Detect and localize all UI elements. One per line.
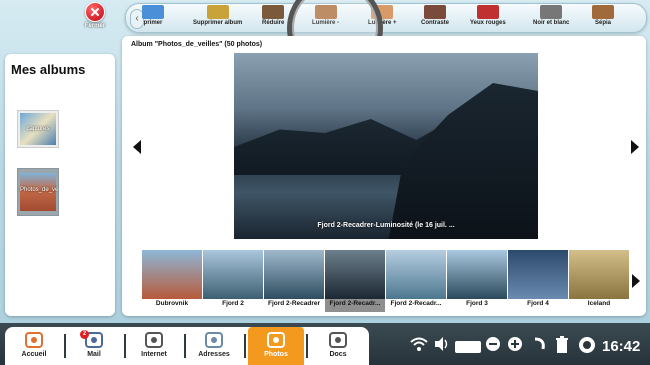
thumbnail-label: Iceland [587, 300, 611, 307]
trash-icon[interactable] [554, 336, 570, 356]
tool-button[interactable]: Noir et blanc [533, 5, 569, 30]
app-mail[interactable]: Mail [66, 327, 122, 365]
thumbnail-strip-next-button[interactable] [632, 274, 640, 288]
volume-down-icon[interactable] [485, 336, 501, 356]
tool-label: Yeux rouges [470, 20, 506, 26]
thumbnail-image [264, 250, 324, 299]
thumbnail-item[interactable]: Dubrovnik [142, 250, 202, 312]
app-docs[interactable]: Docs [310, 327, 366, 365]
app-accueil[interactable]: Accueil [6, 327, 62, 365]
album-label: Photos_de_ve... [20, 187, 59, 193]
app-label: Docs [329, 351, 347, 358]
thumbnail-item[interactable]: Fjord 2-Recadr... [386, 250, 446, 312]
contacts-icon [204, 331, 224, 349]
thumbnail-label: Fjord 2-Recadrer [267, 300, 321, 307]
thumbnail-image [386, 250, 446, 299]
tool-button[interactable]: primer [142, 5, 164, 30]
thumbnail-item[interactable]: Iceland [569, 250, 629, 312]
current-photo[interactable]: Fjord 2-Recadrer-Luminosité (le 16 juil.… [234, 53, 538, 239]
thumbnail-image [447, 250, 507, 299]
taskbar-separator [244, 334, 246, 358]
app-label: Internet [141, 351, 167, 358]
thumbnail-label: Fjord 4 [527, 300, 549, 307]
thumbnail-item[interactable]: Fjord 2 [203, 250, 263, 312]
album-item-photos-de-veilles[interactable]: Photos_de_ve... [17, 168, 59, 216]
thumbnail-label: Fjord 2 [222, 300, 244, 307]
thumbnail-label: Dubrovnik [155, 300, 189, 307]
app-internet[interactable]: Internet [126, 327, 182, 365]
tool-button[interactable]: Yeux rouges [470, 5, 506, 30]
contrast-icon [424, 5, 446, 19]
thumbnail-item[interactable]: Fjord 4 [508, 250, 568, 312]
tool-button[interactable]: Supprimer album [193, 5, 242, 30]
thumbnail-image [508, 250, 568, 299]
tool-button[interactable]: Sépia [592, 5, 614, 30]
tool-label: Supprimer album [193, 20, 243, 26]
close-label: Fermer [84, 23, 106, 29]
thumbnail-image [203, 250, 263, 299]
speaker-icon[interactable] [433, 336, 451, 356]
black-white-icon [540, 5, 563, 19]
app-label: Accueil [21, 351, 47, 358]
volume-up-icon[interactable] [507, 336, 523, 356]
tool-button[interactable]: Réduire [262, 5, 284, 30]
tool-label: Sépia [594, 20, 611, 26]
photo-cliff [388, 83, 538, 239]
app-adresses[interactable]: Adresses [186, 327, 242, 365]
tool-label: Noir et blanc [533, 20, 570, 26]
app-photos[interactable]: Photos [248, 327, 304, 365]
photo-caption: Fjord 2-Recadrer-Luminosité (le 16 juil.… [317, 222, 455, 229]
camera-icon [266, 331, 286, 349]
thumbnail-item[interactable]: Fjord 2-Recadrer [264, 250, 324, 312]
thumbnail-item[interactable]: Fjord 2-Recadr... [325, 250, 385, 312]
app-label: Photos [264, 351, 288, 358]
albums-title: Mes albums [11, 62, 86, 77]
close-button[interactable]: Fermer [80, 2, 110, 29]
globe-icon [144, 331, 164, 349]
tool-label: Contraste [421, 20, 450, 26]
thumbnail-item[interactable]: Fjord 3 [447, 250, 507, 312]
trash-album-icon [206, 5, 229, 19]
back-arrow-icon[interactable] [531, 336, 547, 356]
thumbnail-image [325, 250, 385, 299]
red-eye-icon [476, 5, 499, 19]
tool-button[interactable]: Contraste [421, 5, 449, 30]
volume-level-bar[interactable] [455, 341, 481, 361]
thumbnail-label: Fjord 3 [466, 300, 488, 307]
tool-label: primer [143, 20, 163, 26]
sepia-icon [592, 5, 614, 19]
wifi-icon[interactable] [410, 336, 428, 356]
taskbar-separator [306, 334, 308, 358]
thumbnail-strip: Dubrovnik Fjord 2 Fjord 2-Recadrer Fjord 2-… [142, 250, 632, 312]
thumbnail-label: Fjord 2-Recadr... [390, 300, 442, 307]
printer-icon [142, 5, 164, 19]
close-icon [85, 2, 105, 22]
app-label: Mail [87, 351, 101, 358]
thumbnail-image [569, 250, 629, 299]
previous-photo-button[interactable] [133, 140, 141, 154]
thumbnail-image [142, 250, 202, 299]
mail-badge: 2 [80, 330, 89, 339]
tool-label: Réduire [262, 20, 285, 26]
album-title: Album "Photos_de_veilles" (50 photos) [131, 41, 263, 48]
reduce-icon [262, 5, 285, 19]
album-label: captures [26, 126, 50, 132]
home-icon [24, 331, 44, 349]
clock: 16:42 [602, 338, 641, 355]
help-lifebuoy-icon[interactable] [578, 336, 596, 356]
album-item-captures[interactable]: captures [17, 110, 59, 148]
docs-icon [328, 331, 348, 349]
albums-panel: Mes albums captures Photos_de_ve... [5, 54, 115, 316]
next-photo-button[interactable] [631, 140, 639, 154]
thumbnail-label: Fjord 2-Recadr... [329, 300, 381, 307]
photo-viewer: Album "Photos_de_veilles" (50 photos) Fj… [122, 36, 646, 316]
app-label: Adresses [198, 351, 230, 358]
